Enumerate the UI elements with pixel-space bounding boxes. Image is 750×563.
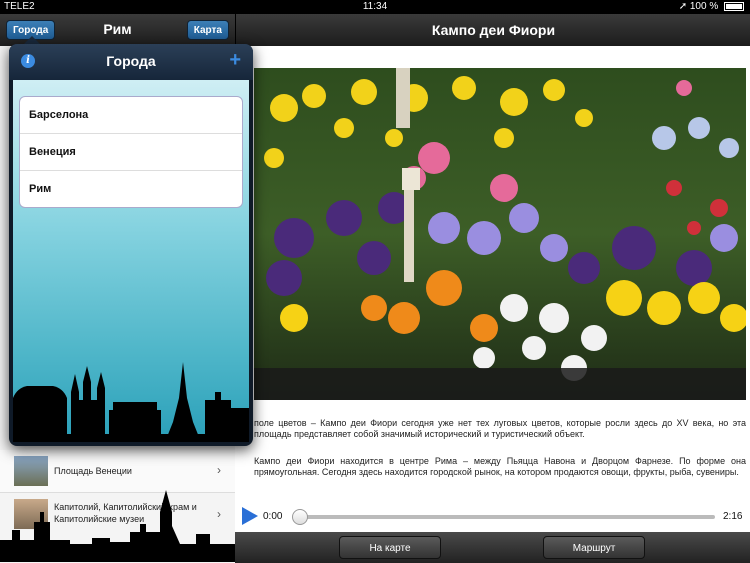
plus-icon[interactable]: + — [229, 49, 241, 72]
clock: 11:34 — [362, 1, 388, 12]
route-button[interactable]: Маршрут — [543, 536, 645, 559]
place-label: Площадь Венеции — [54, 466, 132, 476]
detail-title: Кампо деи Фиори — [431, 22, 556, 38]
cities-popover: i Города + Барселона Венеция Рим — [9, 44, 253, 446]
play-icon[interactable] — [242, 507, 258, 525]
audio-progress-thumb[interactable] — [292, 509, 308, 525]
city-item-rome[interactable]: Рим — [20, 171, 242, 207]
total-time: 2:16 — [723, 511, 743, 522]
popover-header: i Города + — [9, 44, 253, 80]
place-photo — [254, 68, 746, 400]
skyline-silhouette — [0, 490, 235, 562]
detail-nav-bar: Кампо деи Фиори — [235, 14, 750, 46]
city-item-barcelona[interactable]: Барселона — [20, 97, 242, 134]
battery-label: 100 % — [689, 1, 719, 12]
bottom-toolbar: На карте Маршрут — [235, 532, 750, 563]
detail-panel: Кампо деи Фиори поле цветов – Кампо деи … — [235, 14, 750, 563]
map-button[interactable]: Карта — [186, 20, 229, 40]
battery-icon — [724, 1, 744, 11]
location-icon: ➚ — [678, 1, 688, 12]
popover-body: Барселона Венеция Рим — [13, 80, 249, 442]
current-time: 0:00 — [263, 511, 283, 522]
skyline-silhouette — [13, 362, 249, 442]
battery-indicator: ➚ 100 % — [679, 1, 744, 12]
city-item-venice[interactable]: Венеция — [20, 134, 242, 171]
chevron-right-icon: › — [217, 463, 221, 477]
popover-title: Города — [106, 53, 156, 69]
audio-progress-track[interactable] — [295, 515, 715, 519]
description-paragraph-1: поле цветов – Кампо деи Фиори сегодня уж… — [254, 418, 746, 439]
city-list: Барселона Венеция Рим — [19, 96, 243, 208]
description-paragraph-2: Кампо деи Фиори находится в центре Рима … — [254, 456, 746, 477]
audio-player: 0:00 2:16 — [235, 502, 750, 532]
on-map-button[interactable]: На карте — [339, 536, 441, 559]
status-bar: TELE2 11:34 ➚ 100 % — [0, 0, 750, 14]
